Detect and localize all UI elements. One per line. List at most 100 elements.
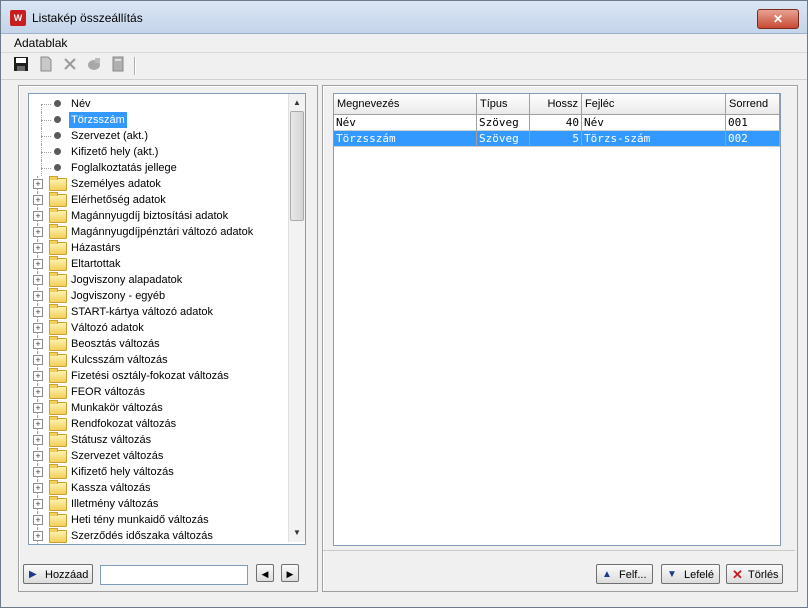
add-field-input[interactable] [100,565,248,585]
tree-folder[interactable]: + Kulcsszám változás [29,352,287,368]
tree-folder[interactable]: + Magánnyugdíj biztosítási adatok [29,208,287,224]
column-header-tipus[interactable]: Típus [477,94,530,114]
expand-plus-icon[interactable]: + [33,339,43,349]
tree-vertical-scrollbar[interactable]: ▲ ▼ [288,94,305,542]
tree-folder-label: Eltartottak [71,258,121,270]
menu-adatablak[interactable]: Adatablak [14,36,67,50]
eraser-icon[interactable] [85,56,103,74]
column-header-fejlec[interactable]: Fejléc [582,94,726,114]
expand-plus-icon[interactable]: + [33,243,43,253]
table-cell[interactable]: Szöveg [477,115,530,131]
expand-plus-icon[interactable]: + [33,227,43,237]
delete-button[interactable]: ✕ Törlés [726,564,783,584]
delete-label: Törlés [748,569,779,581]
tree-folder[interactable]: + Jogviszony alapadatok [29,272,287,288]
move-down-button[interactable]: ▼ Lefelé [661,564,720,584]
tree-leaf[interactable]: Szervezet (akt.) [29,128,287,144]
expand-plus-icon[interactable]: + [33,323,43,333]
tree-leaf[interactable]: Kifizető hely (akt.) [29,144,287,160]
tree-folder[interactable]: + Illetmény változás [29,496,287,512]
table-cell[interactable]: Név [334,115,477,131]
menu-bar: Adatablak [1,34,807,53]
tree-folder[interactable]: + Rendfokozat változás [29,416,287,432]
close-button[interactable]: ✕ [757,9,799,29]
table-cell[interactable]: 001 [726,115,780,131]
tree-leaf[interactable]: Törzsszám [29,112,287,128]
save-icon[interactable] [12,56,30,74]
next-button[interactable]: ▶ [281,564,299,582]
expand-plus-icon[interactable]: + [33,403,43,413]
field-bullet-icon [54,100,61,107]
tree-folder[interactable]: + Beosztás változás [29,336,287,352]
tree-folder-label: START-kártya változó adatok [71,306,214,318]
tree-folder[interactable]: + Munkakör változás [29,400,287,416]
scroll-thumb[interactable] [290,111,304,221]
prev-button[interactable]: ◀ [256,564,274,582]
move-up-button[interactable]: ▲ Felf... [596,564,653,584]
expand-plus-icon[interactable]: + [33,259,43,269]
folder-icon [49,512,67,527]
tree-folder-label: Változó adatok [71,322,144,334]
expand-plus-icon[interactable]: + [33,291,43,301]
folder-icon [49,448,67,463]
table-cell[interactable]: Törzs-szám [582,131,726,147]
table-cell[interactable]: Szöveg [477,131,530,147]
add-button[interactable]: ▶ Hozzáad [23,564,93,584]
column-header-sorrend[interactable]: Sorrend [726,94,780,114]
tree-leaf[interactable]: Foglalkoztatás jellege [29,160,287,176]
expand-plus-icon[interactable]: + [33,195,43,205]
table-row[interactable]: Törzsszám Szöveg 5 Törzs-szám 002 [334,131,780,147]
tree-folder[interactable]: + START-kártya változó adatok [29,304,287,320]
expand-plus-icon[interactable]: + [33,355,43,365]
expand-plus-icon[interactable]: + [33,435,43,445]
tree-folder[interactable]: + Elérhetőség adatok [29,192,287,208]
tree-leaf-label: Név [71,98,91,110]
expand-plus-icon[interactable]: + [33,307,43,317]
tree-folder[interactable]: + Kassza változás [29,480,287,496]
column-header-hossz[interactable]: Hossz [530,94,582,114]
expand-plus-icon[interactable]: + [33,483,43,493]
expand-plus-icon[interactable]: + [33,499,43,509]
table-cell[interactable]: Név [582,115,726,131]
expand-plus-icon[interactable]: + [33,515,43,525]
expand-plus-icon[interactable]: + [33,451,43,461]
table-cell[interactable]: 5 [530,131,582,147]
tree-folder[interactable]: + Eltartottak [29,256,287,272]
expand-plus-icon[interactable]: + [33,387,43,397]
expand-plus-icon[interactable]: + [33,179,43,189]
scroll-down-icon[interactable]: ▼ [290,526,304,540]
tree-folder[interactable]: + Jogviszony - egyéb [29,288,287,304]
tree-folder[interactable]: + FEOR változás [29,384,287,400]
table-cell[interactable]: Törzsszám [334,131,477,147]
tree-leaf[interactable]: Név [29,96,287,112]
scroll-up-icon[interactable]: ▲ [290,96,304,110]
document-icon[interactable] [37,56,55,74]
tree-folder[interactable]: + Fizetési osztály-fokozat változás [29,368,287,384]
tree-folder[interactable]: + Házastárs [29,240,287,256]
table-cell[interactable]: 40 [530,115,582,131]
folder-icon [49,496,67,511]
table-row[interactable]: Név Szöveg 40 Név 001 [334,115,780,131]
tree-folder[interactable]: + Változó adatok [29,320,287,336]
tree-folder[interactable]: + Szerződés időszaka változás [29,528,287,544]
tree-folder[interactable]: + Személyes adatok [29,176,287,192]
tree-leaf-label: Foglalkoztatás jellege [71,162,177,174]
expand-plus-icon[interactable]: + [33,531,43,541]
tree-folder[interactable]: + Heti tény munkaidő változás [29,512,287,528]
tree-folder[interactable]: + Szervezet változás [29,448,287,464]
expand-plus-icon[interactable]: + [33,419,43,429]
tree-folder[interactable]: + Kifizető hely változás [29,464,287,480]
tree-folder[interactable]: + Magánnyugdíjpénztári változó adatok [29,224,287,240]
folder-icon [49,352,67,367]
field-tree[interactable]: ▲ ▼ Név Törzsszám Szervezet (akt.) Kifizető… [28,93,306,545]
table-cell[interactable]: 002 [726,131,780,147]
expand-plus-icon[interactable]: + [33,467,43,477]
column-grid[interactable]: Megnevezés Típus Hossz Fejléc Sorrend Né… [333,93,781,546]
expand-plus-icon[interactable]: + [33,275,43,285]
expand-plus-icon[interactable]: + [33,211,43,221]
delete-icon[interactable] [61,56,79,74]
expand-plus-icon[interactable]: + [33,371,43,381]
column-header-megnevezes[interactable]: Megnevezés [334,94,477,114]
tree-folder[interactable]: + Státusz változás [29,432,287,448]
calculator-icon[interactable] [109,56,127,74]
